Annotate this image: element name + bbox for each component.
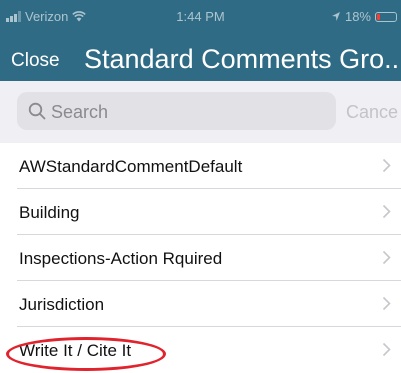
list-item-label: Jurisdiction bbox=[19, 295, 105, 314]
search-placeholder: Search bbox=[51, 102, 109, 122]
search-bar: Search Cance bbox=[0, 81, 401, 140]
list-item-label: Inspections-Action Rquired bbox=[19, 249, 223, 268]
list-item[interactable]: Inspections-Action Rquired bbox=[0, 235, 401, 281]
list-item[interactable]: Building bbox=[0, 189, 401, 235]
list-item-label: Building bbox=[19, 203, 80, 222]
chevron-right-icon bbox=[382, 342, 391, 357]
list-item-label: AWStandardCommentDefault bbox=[19, 157, 243, 176]
close-button[interactable]: Close bbox=[11, 50, 60, 72]
battery-percent: 18% bbox=[344, 9, 371, 24]
chevron-right-icon bbox=[382, 158, 391, 173]
search-icon bbox=[28, 102, 46, 120]
comment-group-list: AWStandardCommentDefault Building Inspecti… bbox=[0, 143, 401, 373]
battery-icon bbox=[375, 11, 397, 22]
chevron-right-icon bbox=[382, 204, 391, 219]
cancel-button[interactable]: Cance bbox=[346, 102, 398, 123]
page-title: Standard Comments Gro... bbox=[84, 44, 401, 74]
status-bar: Verizon 1:44 PM 18% bbox=[0, 0, 401, 32]
location-arrow-icon bbox=[331, 12, 340, 21]
navigation-bar: Close Standard Comments Gro... bbox=[0, 42, 401, 80]
list-item[interactable]: Jurisdiction bbox=[0, 281, 401, 327]
chevron-right-icon bbox=[382, 296, 391, 311]
list-item[interactable]: AWStandardCommentDefault bbox=[0, 143, 401, 189]
chevron-right-icon bbox=[382, 250, 391, 265]
header: Verizon 1:44 PM 18% Close Standard Comme… bbox=[0, 0, 401, 81]
search-input[interactable]: Search bbox=[17, 92, 336, 130]
list-item[interactable]: Write It / Cite It bbox=[0, 327, 401, 373]
list-item-label: Write It / Cite It bbox=[19, 341, 132, 360]
